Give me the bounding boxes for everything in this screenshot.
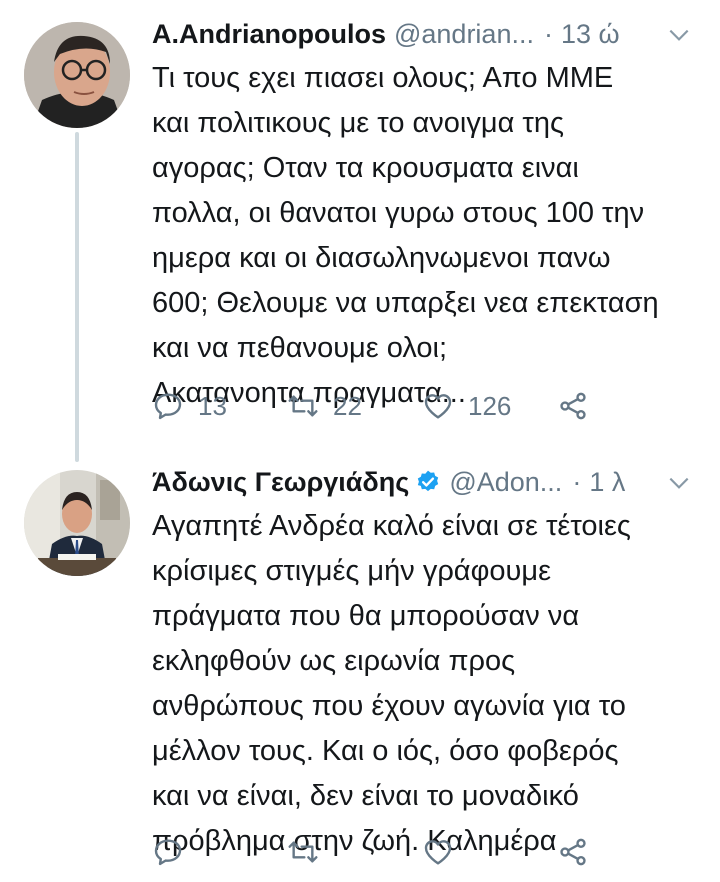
reply-button[interactable]: 13 [152, 390, 287, 422]
tweet-1[interactable]: A.Andrianopoulos @andrian... · 13 ώ Τι τ… [0, 14, 720, 444]
like-icon [424, 840, 452, 865]
tweet-header: Άδωνις Γεωργιάδης @Adon... · 1 λ [152, 462, 696, 502]
like-button[interactable]: 126 [422, 390, 557, 422]
share-button[interactable] [557, 390, 603, 422]
timestamp[interactable]: 13 ώ [561, 19, 620, 50]
reply-icon [154, 393, 182, 420]
retweet-icon [288, 841, 318, 863]
user-name[interactable]: Άδωνις Γεωργιάδης [152, 467, 409, 498]
chevron-down-icon[interactable] [666, 22, 692, 48]
chevron-down-icon[interactable] [666, 470, 692, 496]
share-icon [560, 838, 586, 866]
like-button[interactable] [422, 836, 557, 868]
retweet-count: 22 [333, 390, 362, 421]
retweet-button[interactable] [287, 836, 422, 868]
like-count: 126 [468, 390, 512, 421]
share-button[interactable] [557, 836, 603, 868]
user-handle[interactable]: @Adon... [449, 467, 562, 498]
like-icon [424, 394, 452, 419]
user-handle[interactable]: @andrian... [394, 19, 534, 50]
tweet-text: Τι τους εχει πιασει ολους; Απο ΜΜΕ και π… [152, 62, 659, 409]
reply-count: 13 [198, 390, 227, 421]
thread-connector-line [75, 132, 79, 462]
timestamp[interactable]: 1 λ [589, 467, 625, 498]
separator: · [572, 466, 582, 497]
avatar[interactable] [24, 470, 130, 576]
retweet-button[interactable]: 22 [287, 390, 422, 422]
avatar[interactable] [24, 22, 130, 128]
separator: · [543, 18, 553, 49]
verified-badge-icon [418, 470, 439, 492]
retweet-icon [288, 395, 318, 417]
tweet-2[interactable]: Άδωνις Γεωργιάδης @Adon... · 1 λ Αγαπητέ… [0, 462, 720, 882]
tweet-actions [152, 832, 696, 872]
tweet-text: Αγαπητέ Ανδρέα καλό είναι σε τέτοιες κρί… [152, 510, 631, 857]
reply-button[interactable] [152, 836, 287, 868]
tweet-actions: 13 22 126 [152, 386, 696, 426]
share-icon [560, 392, 586, 420]
reply-icon [154, 839, 182, 866]
user-name[interactable]: A.Andrianopoulos [152, 19, 386, 50]
tweet-header: A.Andrianopoulos @andrian... · 13 ώ [152, 14, 696, 54]
